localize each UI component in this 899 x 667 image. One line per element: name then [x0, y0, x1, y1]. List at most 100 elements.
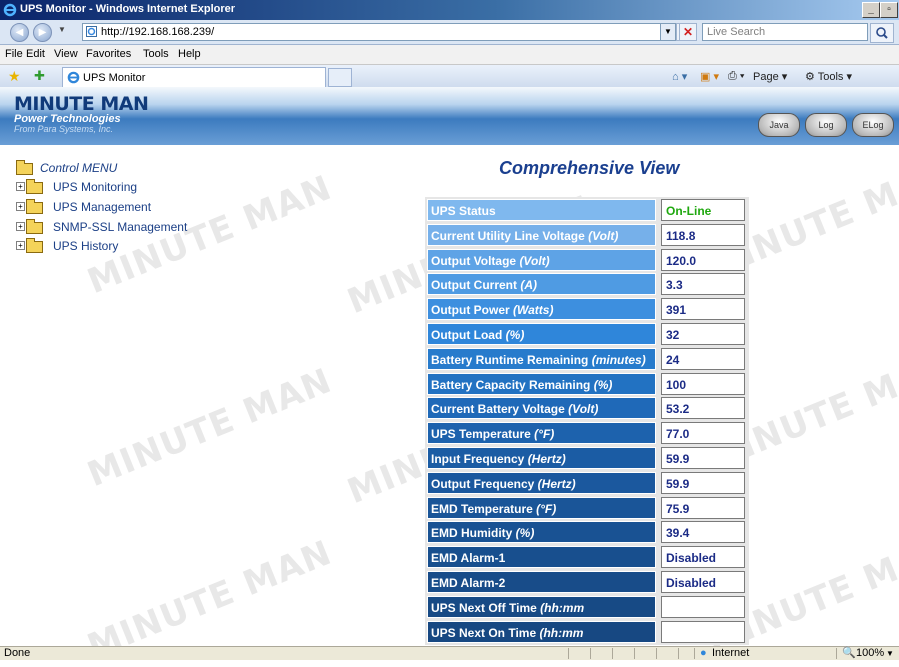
status-label: Output Load (%)	[427, 323, 656, 345]
status-label: Input Frequency (Hertz)	[427, 447, 656, 469]
tab-ups-monitor[interactable]: UPS Monitor	[62, 67, 326, 87]
status-label-text: UPS Next Off Time	[431, 600, 541, 615]
forward-button[interactable]: ▶	[33, 23, 52, 42]
status-value: 118.8	[661, 223, 745, 246]
status-label-text: EMD Alarm-2	[431, 576, 506, 590]
status-label-unit: (Hertz)	[527, 452, 566, 466]
nav-item-label: UPS History	[53, 239, 119, 253]
menu-tools[interactable]: Tools	[143, 48, 169, 60]
expand-icon[interactable]: +	[16, 182, 25, 191]
status-label-text: UPS Temperature	[431, 427, 535, 442]
back-button[interactable]: ◀	[10, 23, 29, 42]
folder-icon	[26, 199, 43, 214]
status-label: Current Utility Line Voltage (Volt)	[427, 223, 656, 246]
tools-menu[interactable]: ⚙ Tools ▾	[805, 70, 852, 83]
tab-bar: ★ ✚ UPS Monitor ⌂ ▾ ▣ ▾ ⎙ ▾ Page ▾ ⚙ Too…	[0, 65, 899, 88]
expand-icon[interactable]: +	[16, 222, 25, 231]
zoom-icon[interactable]: 🔍	[842, 647, 856, 660]
status-label-unit: (°F)	[536, 501, 557, 516]
status-label-unit: (Volt)	[568, 402, 599, 417]
status-value: 59.9	[661, 447, 745, 469]
menu-help[interactable]: Help	[178, 48, 201, 60]
status-label: UPS Temperature (°F)	[427, 422, 656, 445]
print-icon[interactable]: ⎙ ▾	[728, 70, 744, 83]
status-label-text: EMD Temperature	[431, 501, 537, 516]
status-label: Output Power (Watts)	[427, 298, 656, 321]
page-header: MINUTE MAN Power Technologies From Para …	[0, 87, 899, 145]
window-title: UPS Monitor - Windows Internet Explorer	[20, 3, 236, 15]
menu-file[interactable]: File	[5, 48, 23, 60]
zoom-level[interactable]: 100%	[856, 647, 884, 660]
favorites-star-icon[interactable]: ★	[8, 68, 21, 85]
search-placeholder: Live Search	[707, 26, 766, 38]
maximize-button[interactable]: ▫	[880, 2, 898, 18]
status-value: On-Line	[661, 199, 745, 221]
elog-button[interactable]: ELog	[852, 113, 894, 137]
menu-edit[interactable]: Edit	[26, 48, 45, 60]
status-label: Output Voltage (Volt)	[427, 248, 656, 271]
new-tab-button[interactable]	[328, 68, 352, 87]
page-menu[interactable]: Page ▾	[753, 70, 787, 83]
status-label: Output Current (A)	[427, 273, 656, 296]
status-label: UPS Next On Time (hh:mm mm/dd/yyyy)	[427, 620, 656, 662]
status-value: 391	[661, 298, 745, 321]
security-zone: Internet	[712, 647, 750, 659]
status-label-unit: (Hertz)	[537, 476, 576, 491]
internet-zone-icon: ●	[700, 647, 707, 659]
status-value: Disabled	[661, 546, 745, 569]
nav-item-label: UPS Management	[53, 200, 152, 214]
expand-icon[interactable]: +	[16, 241, 25, 250]
menu-view[interactable]: View	[54, 48, 78, 60]
search-icon[interactable]	[870, 23, 894, 43]
home-icon[interactable]: ⌂ ▾	[672, 70, 687, 83]
open-folder-icon	[16, 160, 33, 175]
status-label: EMD Alarm-1	[427, 546, 656, 569]
search-input[interactable]: Live Search	[702, 23, 868, 41]
status-label: Current Battery Voltage (Volt)	[427, 397, 656, 420]
folder-icon	[26, 179, 43, 194]
status-bar: Done ● Internet 🔍 100% ▼	[0, 646, 899, 660]
java-button[interactable]: Java	[758, 113, 800, 137]
status-value: 77.0	[661, 422, 745, 445]
status-label: Battery Capacity Remaining (%)	[427, 372, 656, 395]
folder-icon	[26, 219, 43, 234]
address-dropdown-icon[interactable]: ▼	[660, 23, 676, 41]
status-value: Disabled	[661, 571, 745, 593]
zoom-dropdown-icon[interactable]: ▼	[886, 647, 894, 660]
status-value: 24	[661, 347, 745, 370]
status-label-text: Output Frequency	[431, 476, 538, 491]
status-label-text: UPS Next On Time	[431, 625, 540, 640]
feeds-icon[interactable]: ▣ ▾	[700, 70, 719, 83]
stop-icon[interactable]: ✕	[679, 23, 697, 41]
page-menu-label: Page	[753, 71, 779, 83]
folder-icon	[26, 238, 43, 253]
tools-menu-label: Tools	[817, 71, 844, 83]
minimize-button[interactable]: _	[862, 2, 880, 18]
status-label-unit: (minutes)	[591, 352, 646, 367]
status-label-text: Input Frequency	[431, 452, 528, 466]
recent-pages-dropdown-icon[interactable]: ▼	[58, 25, 66, 34]
status-text: Done	[4, 647, 31, 659]
status-value: 32	[661, 323, 745, 345]
status-value: 39.4	[661, 521, 745, 544]
status-value: 120.0	[661, 248, 745, 271]
window-title-bar: UPS Monitor - Windows Internet Explorer …	[0, 0, 899, 20]
tab-title: UPS Monitor	[83, 72, 146, 84]
menu-bar: File Edit View Favorites Tools Help	[0, 45, 899, 65]
log-button[interactable]: Log	[805, 113, 847, 137]
menu-favorites[interactable]: Favorites	[86, 48, 131, 60]
watermark: MINUTE MAN	[81, 360, 338, 496]
status-value: 75.9	[661, 496, 745, 519]
logo-tagline: From Para Systems, Inc.	[14, 124, 114, 134]
status-value: 100	[661, 372, 745, 395]
status-label-text: Battery Capacity Remaining	[431, 377, 594, 392]
logo-main: MINUTE MAN	[14, 93, 149, 115]
status-label-unit: (Volt)	[588, 228, 619, 243]
status-label: Output Frequency (Hertz)	[427, 471, 656, 494]
status-label-text: Current Utility Line Voltage	[431, 228, 589, 243]
expand-icon[interactable]: +	[16, 202, 25, 211]
add-favorites-icon[interactable]: ✚	[34, 68, 45, 84]
address-field[interactable]: http://192.168.168.239/ ▼	[82, 23, 676, 41]
status-label-text: Output Load	[431, 328, 506, 342]
status-label-unit: (%)	[515, 526, 535, 541]
